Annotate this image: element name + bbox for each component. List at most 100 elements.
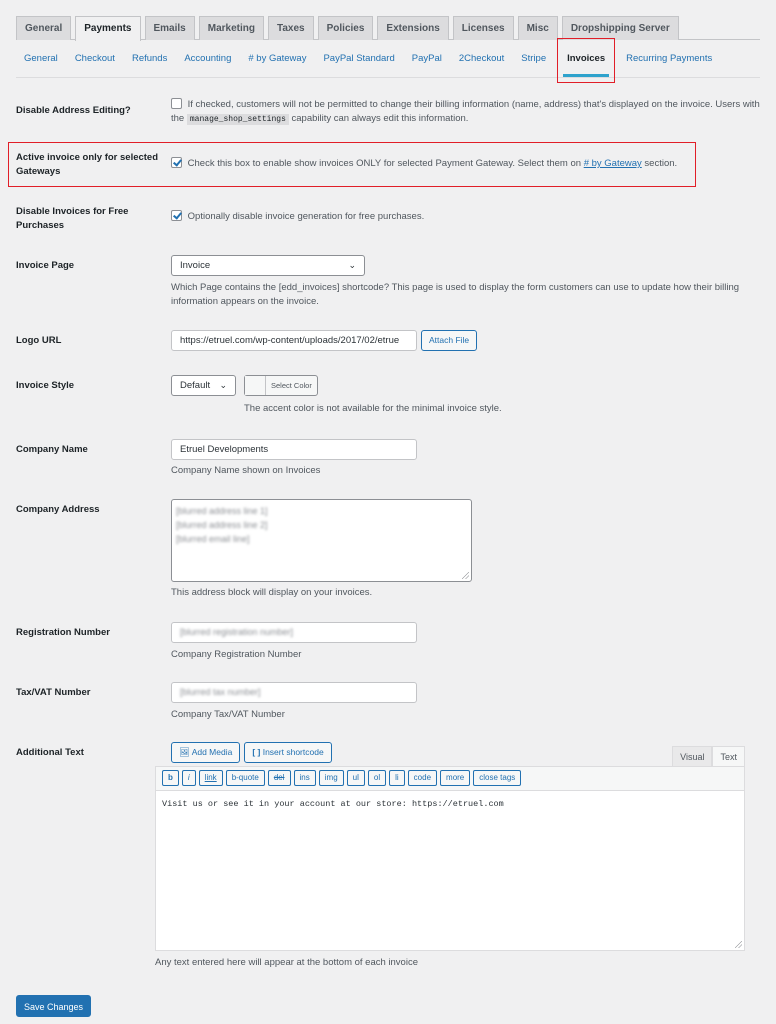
tab-visual[interactable]: Visual — [672, 746, 713, 766]
setting-field: Check this box to enable show invoices O… — [171, 157, 761, 171]
main-tab-emails[interactable]: Emails — [144, 16, 195, 40]
text-editor: Visual Text b i link b-quote del ins img ul ol li… — [155, 746, 745, 970]
resize-handle[interactable] — [735, 941, 742, 948]
editor-tabs: Visual Text — [672, 746, 745, 766]
sub-tab-stripe[interactable]: Stripe — [521, 44, 546, 77]
chevron-down-icon: ⌄ — [219, 380, 227, 390]
quicktag-ul[interactable]: ul — [346, 770, 365, 786]
main-tab-extensions[interactable]: Extensions — [377, 16, 449, 40]
quicktag-del[interactable]: del — [267, 770, 291, 786]
by-gateway-link[interactable]: # by Gateway — [584, 158, 642, 169]
main-tab-licenses[interactable]: Licenses — [452, 16, 514, 40]
quicktag-img[interactable]: img — [318, 770, 344, 786]
sub-tab-accounting[interactable]: Accounting — [184, 44, 231, 77]
quicktag-ol[interactable]: ol — [367, 770, 387, 786]
invoice-style-select[interactable]: Default ⌄ — [171, 375, 236, 396]
setting-desc-after: section. — [644, 158, 678, 169]
setting-label: Company Address — [16, 504, 100, 515]
chevron-down-icon: ⌄ — [348, 260, 356, 270]
sub-tab-general[interactable]: General — [24, 44, 58, 77]
address-line: [blurred email line] — [176, 534, 250, 544]
select-value: Invoice — [180, 260, 211, 271]
main-tab-marketing[interactable]: Marketing — [198, 16, 264, 40]
tax-vat-input[interactable]: [blurred tax number] — [171, 682, 417, 703]
company-name-input[interactable]: Etruel Developments — [171, 439, 417, 460]
setting-desc: Company Tax/VAT Number — [171, 709, 285, 720]
setting-field: [blurred address line 1] [blurred addres… — [171, 499, 761, 600]
quicktag-ins[interactable]: ins — [293, 770, 316, 786]
select-color-label: Select Color — [271, 381, 312, 390]
setting-label: Disable Address Editing? — [16, 105, 131, 116]
capability-code: manage_shop_settings — [186, 114, 289, 125]
sub-tab-by-gateway[interactable]: # by Gateway — [248, 44, 306, 77]
save-changes-button[interactable]: Save Changes — [16, 995, 92, 1017]
quicktag-li[interactable]: li — [389, 770, 405, 786]
resize-handle[interactable] — [462, 572, 469, 579]
select-color-button[interactable]: Select Color — [244, 375, 318, 396]
editor-textarea[interactable]: Visit us or see it in your account at ou… — [155, 791, 745, 951]
sub-tab-invoices[interactable]: Invoices — [557, 38, 616, 83]
setting-field: If checked, customers will not be permit… — [171, 98, 761, 127]
tab-text[interactable]: Text — [712, 746, 745, 766]
setting-label: Registration Number — [16, 627, 110, 638]
sub-tab-2checkout[interactable]: 2Checkout — [459, 44, 504, 77]
add-media-label: Add Media — [191, 747, 233, 757]
address-line: [blurred address line 2] — [176, 520, 268, 530]
disable-free-checkbox[interactable] — [171, 210, 182, 221]
logo-url-input[interactable]: https://etruel.com/wp-content/uploads/20… — [171, 330, 417, 351]
sub-tab-recurring-payments[interactable]: Recurring Payments — [626, 44, 712, 77]
setting-desc: Company Name shown on Invoices — [171, 465, 321, 476]
tax-vat-value: [blurred tax number] — [180, 687, 261, 697]
quicktag-b-quote[interactable]: b-quote — [225, 770, 265, 786]
media-icon: 🖼 — [179, 747, 192, 757]
attach-file-button[interactable]: Attach File — [421, 330, 478, 351]
main-tabs: General Payments Emails Marketing Taxes Polic… — [16, 16, 760, 41]
main-tab-dropshipping-server[interactable]: Dropshipping Server — [561, 16, 679, 40]
setting-label: Active invoice only for selected Gateway… — [16, 152, 159, 177]
quicktag-close-tags[interactable]: close tags — [473, 770, 522, 786]
setting-label: Company Name — [16, 444, 88, 455]
main-tab-taxes[interactable]: Taxes — [267, 16, 314, 40]
company-address-textarea[interactable]: [blurred address line 1] [blurred addres… — [171, 499, 472, 582]
sub-tab-checkout[interactable]: Checkout — [75, 44, 115, 77]
disable-address-checkbox[interactable] — [171, 98, 182, 109]
setting-desc: Optionally disable invoice generation fo… — [187, 211, 425, 222]
sub-tab-refunds[interactable]: Refunds — [132, 44, 167, 77]
setting-desc-after: capability can always edit this informat… — [291, 113, 469, 124]
setting-field: Invoice ⌄ Which Page contains the [edd_i… — [171, 255, 761, 309]
add-media-button[interactable]: 🖼 Add Media — [171, 742, 241, 763]
sub-tab-paypal-standard[interactable]: PayPal Standard — [323, 44, 394, 77]
setting-label: Tax/VAT Number — [16, 687, 91, 698]
insert-shortcode-label: Insert shortcode — [262, 747, 324, 757]
quicktag-more[interactable]: more — [440, 770, 471, 786]
quicktag-code[interactable]: code — [407, 770, 438, 786]
quicktag-i[interactable]: i — [181, 770, 196, 786]
main-tab-general[interactable]: General — [16, 16, 72, 40]
insert-shortcode-button[interactable]: [ ] Insert shortcode — [244, 742, 332, 763]
sub-tab-paypal[interactable]: PayPal — [412, 44, 442, 77]
main-tab-misc[interactable]: Misc — [517, 16, 558, 40]
setting-desc: Check this box to enable show invoices O… — [187, 158, 582, 169]
setting-label: Disable Invoices for Free Purchases — [16, 206, 129, 231]
shortcode-icon: [ ] — [252, 747, 263, 757]
address-line: [blurred address line 1] — [176, 506, 268, 516]
setting-field: [blurred tax number] Company Tax/VAT Num… — [171, 682, 761, 722]
editor-content: Visit us or see it in your account at ou… — [162, 799, 504, 809]
setting-desc: This address block will display on your … — [171, 587, 373, 598]
setting-field: Default ⌄ Select Color The accent color … — [171, 375, 761, 416]
setting-desc: Company Registration Number — [171, 649, 302, 660]
setting-field: Etruel Developments Company Name shown o… — [171, 439, 761, 478]
active-invoice-checkbox[interactable] — [171, 157, 182, 168]
quicktag-b[interactable]: b — [162, 770, 179, 786]
quicktag-link[interactable]: link — [198, 770, 223, 786]
sub-tabs: General Checkout Refunds Accounting # by Gat… — [16, 38, 760, 83]
registration-value: [blurred registration number] — [180, 627, 294, 637]
setting-field: [blurred registration number] Company Re… — [171, 622, 761, 662]
main-tab-policies[interactable]: Policies — [317, 16, 374, 40]
quicktags-toolbar: b i link b-quote del ins img ul ol li code more clos… — [155, 766, 745, 791]
setting-label: Invoice Style — [16, 380, 75, 391]
main-tab-payments[interactable]: Payments — [75, 16, 141, 41]
setting-label: Additional Text — [16, 747, 84, 758]
invoice-page-select[interactable]: Invoice ⌄ — [171, 255, 365, 276]
registration-input[interactable]: [blurred registration number] — [171, 622, 417, 643]
